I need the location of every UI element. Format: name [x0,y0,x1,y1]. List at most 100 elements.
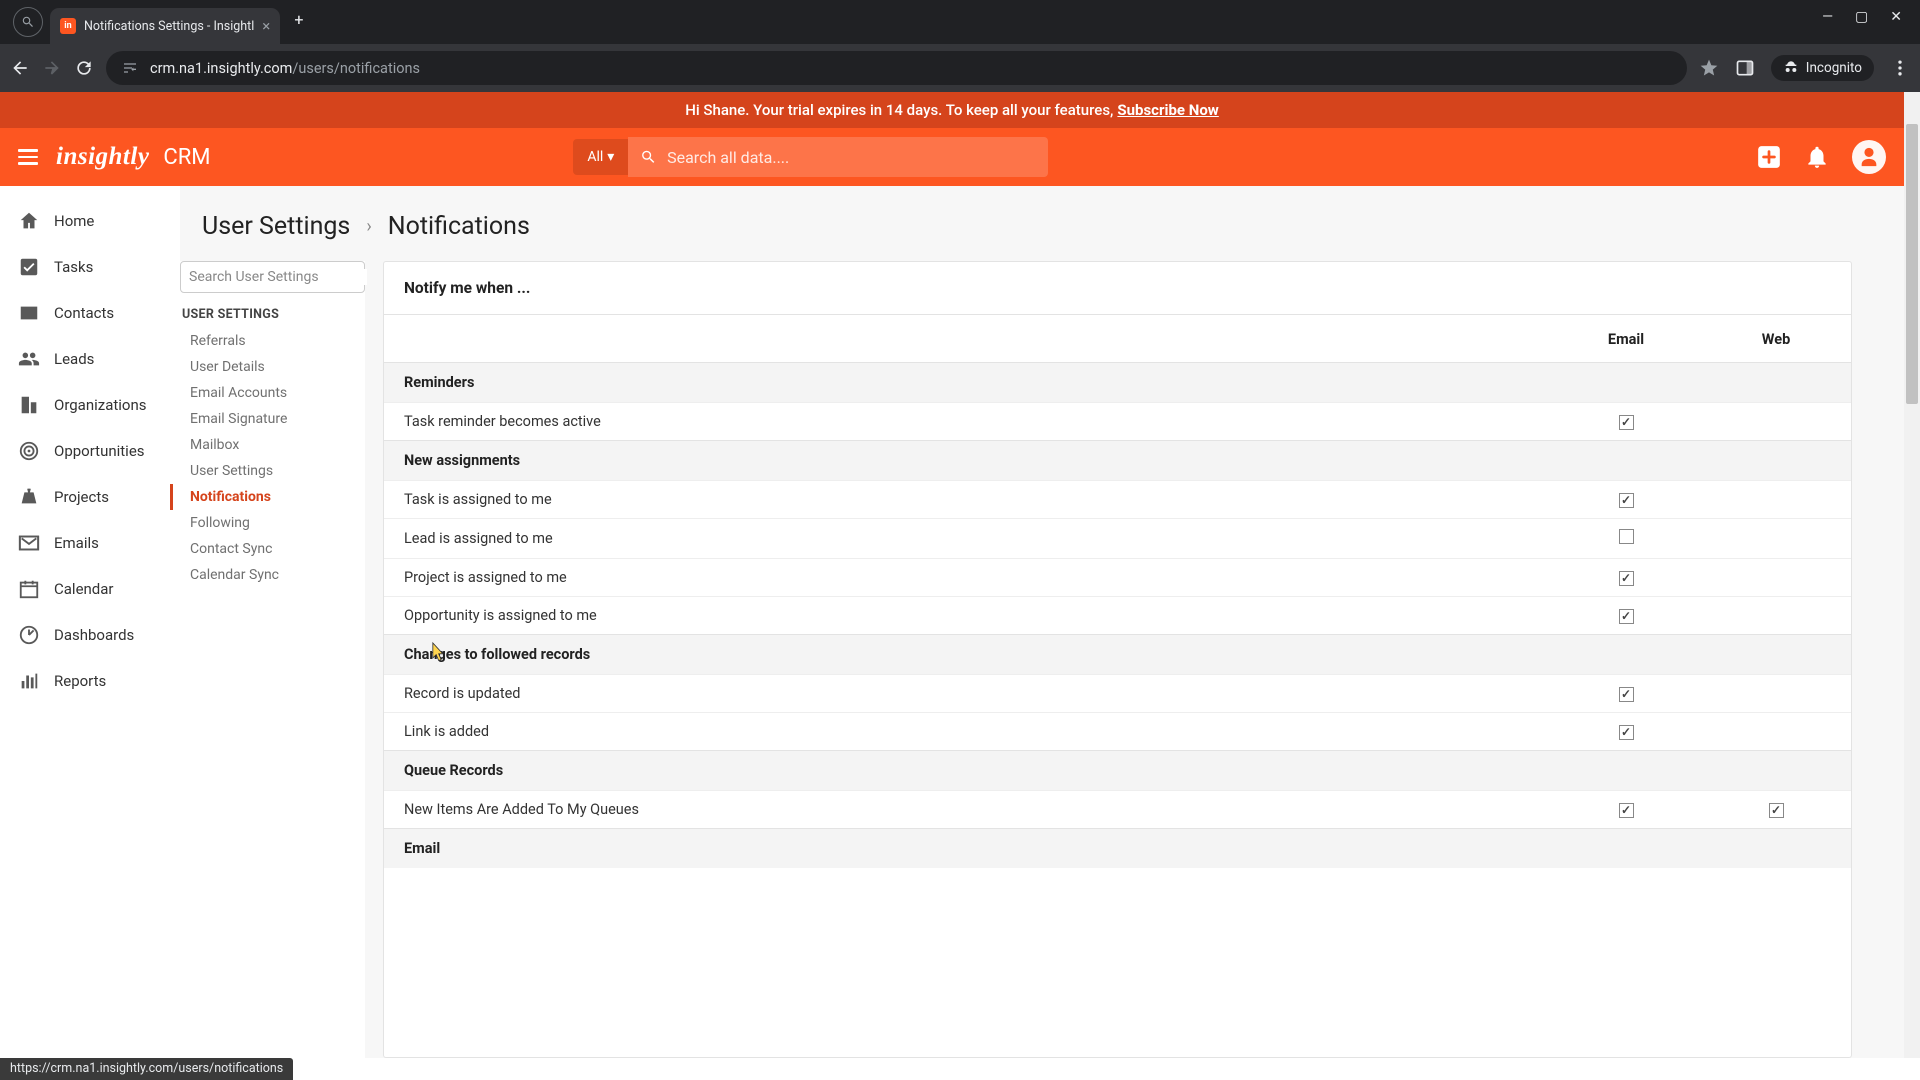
settings-item-mailbox[interactable]: Mailbox [180,432,365,458]
settings-search-input[interactable] [189,269,367,285]
nav-item-reports[interactable]: Reports [0,658,180,704]
checkbox[interactable] [1619,803,1634,818]
nav-toggle-button[interactable] [18,149,38,165]
user-avatar[interactable] [1852,140,1886,174]
web-cell [1701,519,1851,559]
email-cell [1551,713,1701,751]
notification-label: Record is updated [384,675,1551,713]
checkbox[interactable] [1619,725,1634,740]
nav-item-tasks[interactable]: Tasks [0,244,180,290]
web-cell [1701,597,1851,635]
email-cell [1551,403,1701,441]
section-heading: Email [384,829,1851,869]
calendar-icon [18,578,40,600]
notification-row: Lead is assigned to me [384,519,1851,559]
browser-profile-icon[interactable] [13,7,43,37]
main-area: Home TasksContacts Leads Organizations Oppor… [0,186,1904,1058]
close-window-icon[interactable]: ✕ [1890,9,1902,25]
breadcrumb-root[interactable]: User Settings [202,212,350,241]
global-search: All ▾ [573,137,1048,177]
settings-item-referrals[interactable]: Referrals [180,328,365,354]
url-bar[interactable]: crm.na1.insightly.com/users/notification… [106,51,1687,85]
nav-item-opportunities[interactable]: Opportunities [0,428,180,474]
contacts-icon [18,302,40,324]
nav-item-projects[interactable]: Projects [0,474,180,520]
settings-item-notifications[interactable]: Notifications [170,484,365,510]
search-scope-label: All [587,149,603,165]
maximize-icon[interactable]: ▢ [1855,9,1868,25]
section-heading: Reminders [384,363,1851,403]
nav-item-label: Projects [54,488,109,506]
minimize-icon[interactable]: ― [1822,9,1833,25]
settings-item-user-details[interactable]: User Details [180,354,365,380]
email-cell [1551,597,1701,635]
subscribe-link[interactable]: Subscribe Now [1117,101,1218,119]
notification-row: Project is assigned to me [384,559,1851,597]
nav-item-label: Opportunities [54,442,145,460]
tab-title: Notifications Settings - Insightl [84,19,254,34]
url-text: crm.na1.insightly.com/users/notification… [150,60,420,77]
checkbox[interactable] [1619,529,1634,544]
page-scrollbar[interactable] [1904,92,1920,1058]
trial-banner: Hi Shane. Your trial expires in 14 days.… [0,92,1904,128]
section-heading: Queue Records [384,751,1851,791]
notification-row: New Items Are Added To My Queues [384,791,1851,829]
back-icon[interactable] [10,58,30,78]
nav-item-leads[interactable]: Leads [0,336,180,382]
browser-nav-bar: crm.na1.insightly.com/users/notification… [0,44,1920,92]
email-cell [1551,559,1701,597]
new-tab-button[interactable]: + [280,10,317,29]
nav-item-contacts[interactable]: Contacts [0,290,180,336]
notification-label: Task reminder becomes active [384,403,1551,441]
settings-item-email-accounts[interactable]: Email Accounts [180,380,365,406]
notification-label: Opportunity is assigned to me [384,597,1551,635]
checkbox[interactable] [1619,571,1634,586]
breadcrumb: User Settings › Notifications [180,204,1852,261]
settings-item-user-settings[interactable]: User Settings [180,458,365,484]
section-heading-row: New assignments [384,441,1851,481]
notification-label: Project is assigned to me [384,559,1551,597]
search-scope-dropdown[interactable]: All ▾ [573,139,628,175]
checkbox[interactable] [1619,415,1634,430]
nav-item-calendar[interactable]: Calendar [0,566,180,612]
reload-icon[interactable] [74,58,94,78]
settings-item-following[interactable]: Following [180,510,365,536]
nav-item-home[interactable]: Home [0,198,180,244]
emails-icon [18,532,40,554]
notification-label: Task is assigned to me [384,481,1551,519]
checkbox[interactable] [1619,687,1634,702]
nav-item-label: Calendar [54,580,114,598]
settings-item-email-signature[interactable]: Email Signature [180,406,365,432]
dash-icon [18,624,40,646]
incognito-badge[interactable]: Incognito [1771,55,1874,81]
search-input[interactable] [667,148,1036,167]
sidepanel-icon[interactable] [1735,58,1755,78]
checkbox[interactable] [1619,609,1634,624]
site-tune-icon[interactable] [120,58,140,78]
nav-item-label: Leads [54,350,94,368]
projects-icon [18,486,40,508]
notifications-bell-icon[interactable] [1804,144,1830,170]
app-logo[interactable]: insightly [56,143,149,171]
settings-search[interactable] [180,261,365,293]
settings-item-calendar-sync[interactable]: Calendar Sync [180,562,365,588]
tab-close-icon[interactable]: × [262,17,270,35]
nav-item-organizations[interactable]: Organizations [0,382,180,428]
add-button[interactable] [1756,144,1782,170]
notifications-table: Email Web RemindersTask reminder becomes… [384,315,1851,868]
panel-title: Notify me when ... [384,262,1851,315]
browser-tab[interactable]: in Notifications Settings - Insightl × [50,8,280,44]
settings-item-contact-sync[interactable]: Contact Sync [180,536,365,562]
nav-item-dashboards[interactable]: Dashboards [0,612,180,658]
email-cell [1551,791,1701,829]
chevron-right-icon: › [366,216,371,237]
bookmark-star-icon[interactable] [1699,58,1719,78]
checkbox[interactable] [1769,803,1784,818]
nav-item-emails[interactable]: Emails [0,520,180,566]
browser-menu-icon[interactable] [1890,58,1910,78]
app-header: insightly CRM All ▾ [0,128,1904,186]
nav-item-label: Home [54,212,94,230]
breadcrumb-leaf: Notifications [388,212,530,241]
checkbox[interactable] [1619,493,1634,508]
incognito-label: Incognito [1806,60,1862,76]
